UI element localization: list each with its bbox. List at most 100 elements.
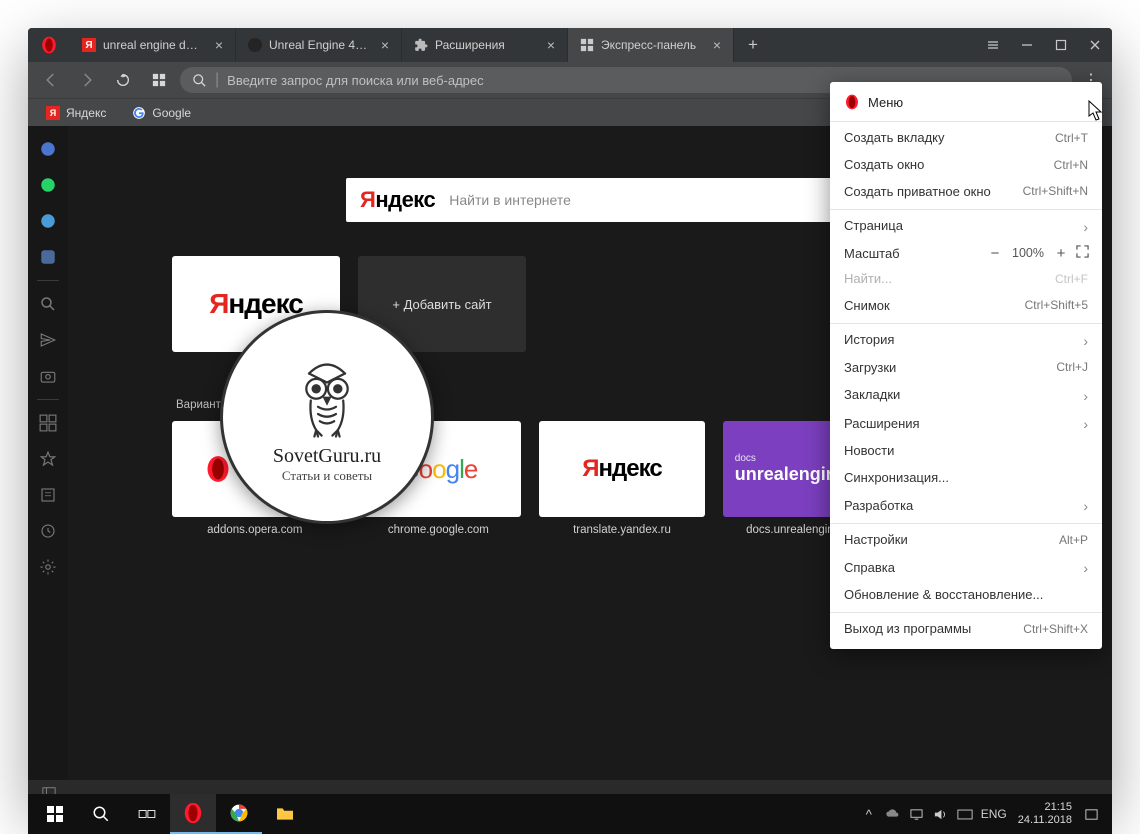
close-icon[interactable]: × [211,37,227,53]
menu-label: Страница [844,218,903,235]
yandex-search-input[interactable] [449,192,878,208]
menu-item[interactable]: Новости [830,438,1102,465]
yandex-icon: Я [46,106,60,120]
owl-icon [282,351,372,441]
separator [830,121,1102,122]
tab-strip: Я unreal engine doc — Янд... × Unreal En… [70,28,976,62]
messenger-icon[interactable] [28,132,68,166]
tab-item[interactable]: Unreal Engine 4 Document... × [236,28,402,62]
menu-label: Разработка [844,498,913,515]
menu-item[interactable]: Снимок Ctrl+Shift+5 [830,293,1102,320]
settings-icon[interactable] [28,550,68,584]
menu-title: Меню [868,95,903,110]
maximize-button[interactable] [1044,28,1078,62]
menu-label: Создать приватное окно [844,184,991,201]
yandex-logo: Яндекс [346,187,449,213]
tray-onedrive-icon[interactable] [882,798,904,830]
tile-label: addons.opera.com [172,524,338,536]
menu-label: Создать окно [844,157,924,174]
opera-menu-button[interactable] [28,28,70,62]
tray-language[interactable]: ENG [978,798,1010,830]
speed-dial-icon [580,38,594,52]
titlebar: Я unreal engine doc — Янд... × Unreal En… [28,28,1112,62]
menu-label: Снимок [844,298,890,315]
close-icon[interactable]: × [709,37,725,53]
menu-item[interactable]: Справка› [830,554,1102,582]
menu-item[interactable]: Расширения› [830,410,1102,438]
history-icon[interactable] [28,514,68,548]
menu-item[interactable]: Закладки› [830,382,1102,410]
menu-item[interactable]: Выход из программыCtrl+Shift+X [830,616,1102,643]
search-icon[interactable] [28,287,68,321]
back-button[interactable] [36,66,66,94]
menu-item[interactable]: НастройкиAlt+P [830,527,1102,554]
menu-item[interactable]: Разработка› [830,492,1102,520]
bookmarks-icon[interactable] [28,442,68,476]
vk-icon[interactable] [28,240,68,274]
taskbar-app-chrome[interactable] [216,794,262,834]
fullscreen-button[interactable] [1076,245,1092,261]
menu-item[interactable]: История› [830,327,1102,355]
menu-header: Меню [830,88,1102,118]
bookmark-item[interactable]: Я Яндекс [42,104,110,122]
menu-item[interactable]: Синхронизация... [830,465,1102,492]
menu-item[interactable]: Создать вкладкуCtrl+T [830,125,1102,152]
close-icon[interactable]: × [377,37,393,53]
close-window-button[interactable] [1078,28,1112,62]
shortcut: Ctrl+Shift+5 [1025,298,1088,314]
tab-item[interactable]: Расширения × [402,28,568,62]
speed-dial-button[interactable] [144,66,174,94]
whatsapp-icon[interactable] [28,168,68,202]
separator [830,209,1102,210]
menu-item[interactable]: ЗагрузкиCtrl+J [830,355,1102,382]
tray-volume-icon[interactable] [930,798,952,830]
menu-item[interactable]: Создать приватное окноCtrl+Shift+N [830,179,1102,206]
google-icon [132,106,146,120]
easy-setup-button[interactable] [976,28,1010,62]
news-icon[interactable] [28,478,68,512]
yandex-search-bar[interactable]: Яндекс [346,178,878,222]
menu-item[interactable]: Создать окноCtrl+N [830,152,1102,179]
task-view-button[interactable] [124,794,170,834]
tab-item[interactable]: Экспресс-панель × [568,28,734,62]
tray-clock[interactable]: 21:15 24.11.2018 [1012,801,1078,827]
menu-label: Закладки [844,387,900,404]
snapshot-icon[interactable] [28,359,68,393]
yandex-logo: Яндекс [582,455,661,483]
zoom-out-button[interactable]: − [986,245,1004,262]
forward-button[interactable] [72,66,102,94]
menu-item[interactable]: Обновление & восстановление... [830,582,1102,609]
chevron-right-icon: › [1083,415,1088,433]
tray-network-icon[interactable] [906,798,928,830]
zoom-in-button[interactable]: + [1052,245,1070,262]
speed-dial-nav-icon[interactable] [28,406,68,440]
new-tab-button[interactable]: + [734,28,772,62]
close-icon[interactable]: × [543,37,559,53]
zoom-label: Масштаб [844,246,980,261]
clock-date: 24.11.2018 [1018,814,1072,827]
tray-notifications-icon[interactable] [1080,798,1102,830]
opera-icon [844,94,860,110]
bookmark-label: Google [152,106,191,120]
tile[interactable]: Яндекс translate.yandex.ru [539,421,705,536]
search-button[interactable] [78,794,124,834]
start-button[interactable] [32,794,78,834]
taskbar-app-explorer[interactable] [262,794,308,834]
menu-item[interactable]: Страница› [830,213,1102,241]
tray-keyboard-icon[interactable] [954,798,976,830]
reload-button[interactable] [108,66,138,94]
search-icon [192,73,207,88]
main-menu: Меню Создать вкладкуCtrl+TСоздать окноCt… [830,82,1102,649]
tile-text: unrealengin [735,464,837,485]
tray-chevron-icon[interactable]: ^ [858,798,880,830]
tab-item[interactable]: Я unreal engine doc — Янд... × [70,28,236,62]
minimize-button[interactable] [1010,28,1044,62]
flow-icon[interactable] [28,323,68,357]
yandex-icon: Я [82,38,96,52]
bookmark-item[interactable]: Google [128,104,195,122]
yandex-logo: Яндекс [209,288,303,320]
taskbar-app-opera[interactable] [170,794,216,834]
zoom-value: 100% [1010,246,1046,260]
telegram-icon[interactable] [28,204,68,238]
menu-label: Справка [844,560,895,577]
